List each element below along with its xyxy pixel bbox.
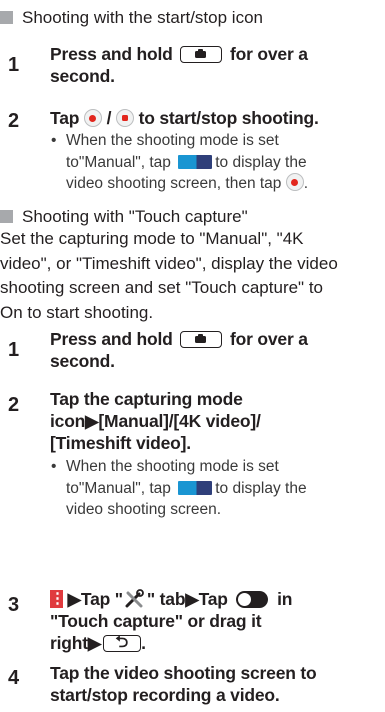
- heading-square-icon: [0, 11, 13, 24]
- record-start-icon: [83, 109, 102, 127]
- toggle-off-icon: [236, 591, 269, 608]
- step-number: 2: [8, 110, 20, 132]
- step-number: 2: [8, 394, 20, 416]
- step-text: ▶Tap "" tab▶Tap in "Touch capture" or dr…: [50, 588, 292, 654]
- heading-square-icon: [0, 210, 13, 223]
- intro-paragraph: Set the capturing mode to "Manual", "4K …: [0, 229, 338, 322]
- step-text: Press and hold for over a second.: [50, 44, 308, 86]
- heading-text: Shooting with the start/stop icon: [22, 8, 263, 27]
- manual-page: Shooting with the start/stop icon 1 Pres…: [0, 0, 385, 712]
- heading-text: Shooting with "Touch capture": [22, 207, 248, 226]
- note-bullet: • When the shooting mode is set to"Manua…: [51, 132, 309, 192]
- camera-video-mode-icon: [178, 154, 213, 169]
- menu-icon: [50, 588, 63, 610]
- section-heading-start-stop: Shooting with the start/stop icon: [0, 8, 263, 28]
- step-text: Tap the video shooting screen to start/s…: [50, 663, 317, 705]
- step-number: 1: [8, 54, 20, 76]
- step-number: 1: [8, 339, 20, 361]
- record-start-icon: [285, 173, 304, 191]
- tools-icon: [125, 589, 144, 608]
- record-stop-icon: [115, 109, 134, 127]
- back-key-icon: ⮌: [103, 634, 142, 652]
- step-text: Tap the capturing mode icon▶[Manual]/[4K…: [50, 389, 261, 453]
- camera-video-mode-icon: [178, 480, 213, 495]
- section-heading-touch-capture: Shooting with "Touch capture": [0, 207, 248, 227]
- step-text: Tap / to start/stop shooting.: [50, 108, 319, 128]
- camera-key-icon: [180, 331, 223, 348]
- step-number: 4: [8, 667, 20, 689]
- note-bullet: • When the shooting mode is set to"Manua…: [51, 458, 307, 518]
- step-text: Press and hold for over a second.: [50, 329, 308, 371]
- camera-key-icon: [180, 46, 223, 63]
- step-number: 3: [8, 594, 20, 616]
